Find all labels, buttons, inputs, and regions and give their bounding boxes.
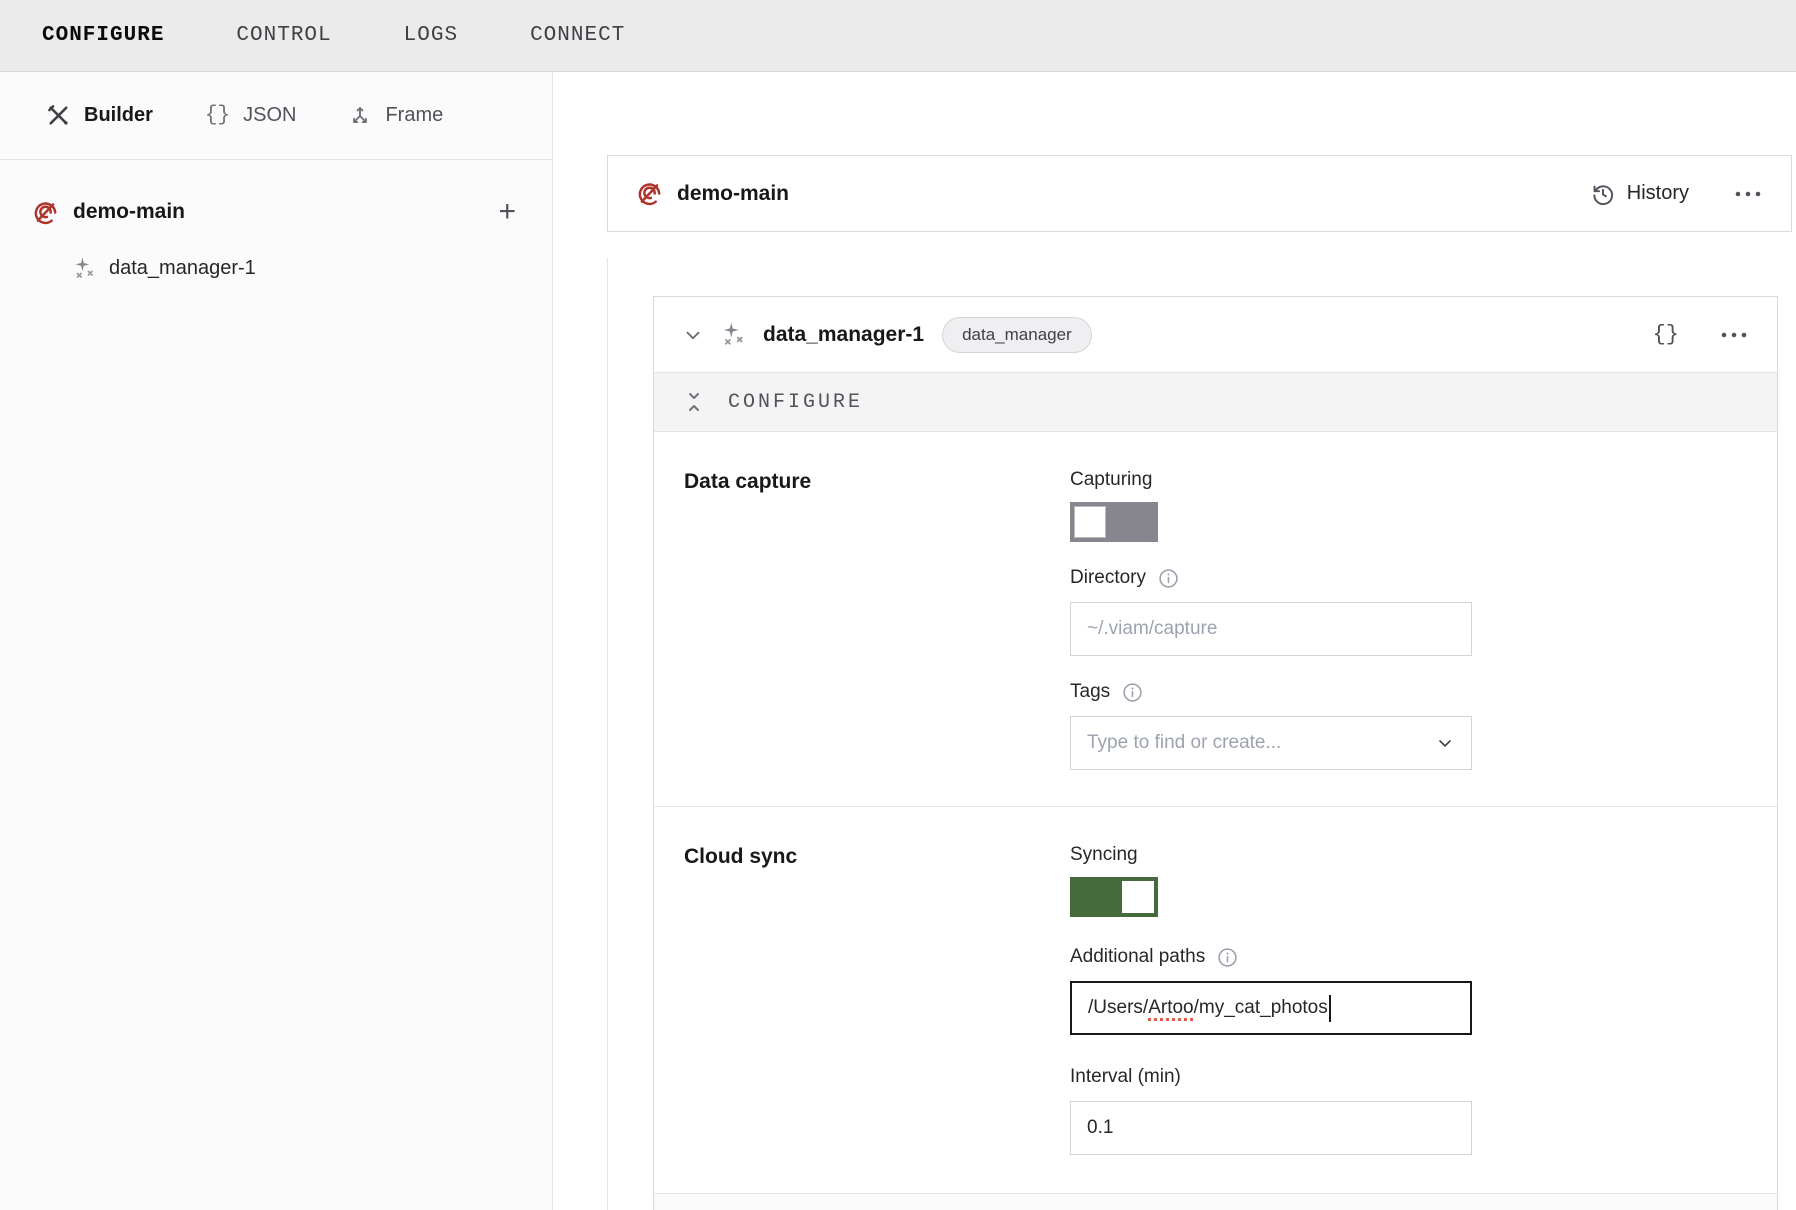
history-clock-icon bbox=[1590, 181, 1616, 207]
tools-icon bbox=[46, 103, 71, 128]
chevron-down-icon bbox=[1435, 733, 1455, 753]
additional-paths-label: Additional paths bbox=[1070, 945, 1472, 969]
sidebar-view-tabs: Builder {} JSON Frame bbox=[0, 72, 552, 160]
info-icon[interactable] bbox=[1122, 682, 1143, 703]
nav-tab-control[interactable]: CONTROL bbox=[236, 24, 331, 47]
view-json-icon[interactable]: {} bbox=[1653, 322, 1679, 347]
info-icon[interactable] bbox=[1158, 568, 1179, 589]
history-button[interactable]: History bbox=[1590, 181, 1689, 207]
configure-bar-label: CONFIGURE bbox=[728, 391, 863, 414]
tree-item-part[interactable]: demo-main + bbox=[0, 188, 552, 236]
text-caret bbox=[1329, 995, 1331, 1022]
tags-select[interactable]: Type to find or create... bbox=[1070, 716, 1472, 770]
capturing-toggle[interactable] bbox=[1070, 502, 1158, 542]
sidebar-tab-label: JSON bbox=[243, 104, 296, 127]
part-panel-left-border bbox=[607, 258, 608, 1210]
part-title: demo-main bbox=[677, 182, 789, 206]
resource-card-data-manager: data_manager-1 data_manager {} CONFIGURE bbox=[653, 296, 1778, 1210]
configure-section-bar[interactable]: CONFIGURE bbox=[654, 372, 1777, 432]
resource-menu-dots-icon[interactable] bbox=[1719, 330, 1749, 340]
interval-value: 0.1 bbox=[1087, 1117, 1113, 1139]
cloud-sync-section: Cloud sync Syncing Additional paths bbox=[654, 807, 1777, 1155]
directory-placeholder: ~/.viam/capture bbox=[1087, 618, 1217, 640]
sidebar-tab-label: Builder bbox=[84, 104, 153, 127]
sidebar-tab-frame[interactable]: Frame bbox=[348, 104, 443, 128]
sidebar-tab-json[interactable]: {} JSON bbox=[205, 104, 297, 127]
resource-tree: demo-main + data_manager-1 bbox=[0, 160, 552, 292]
machine-offline-icon bbox=[32, 199, 59, 226]
sidebar-tab-label: Frame bbox=[385, 104, 443, 127]
resource-type-badge: data_manager bbox=[942, 317, 1092, 353]
capturing-label: Capturing bbox=[1070, 468, 1472, 492]
collapse-vertical-icon bbox=[682, 390, 706, 414]
nav-tab-configure[interactable]: CONFIGURE bbox=[42, 24, 164, 47]
tags-placeholder: Type to find or create... bbox=[1087, 732, 1281, 754]
tree-item-data-manager[interactable]: data_manager-1 bbox=[0, 244, 552, 292]
tree-part-name: demo-main bbox=[73, 200, 185, 224]
history-label: History bbox=[1627, 182, 1689, 205]
tree-child-name: data_manager-1 bbox=[109, 257, 256, 280]
path-value-suffix: /my_cat_photos bbox=[1194, 997, 1328, 1019]
sparkles-icon bbox=[720, 321, 747, 348]
top-nav: CONFIGURE CONTROL LOGS CONNECT bbox=[0, 0, 1796, 72]
syncing-label: Syncing bbox=[1070, 843, 1472, 867]
part-menu-dots-icon[interactable] bbox=[1733, 189, 1763, 199]
section-title: Cloud sync bbox=[684, 843, 1070, 1155]
data-capture-section: Data capture Capturing Directory bbox=[654, 432, 1777, 770]
toggle-knob bbox=[1074, 506, 1106, 538]
viam-configure-page: CONFIGURE CONTROL LOGS CONNECT Builder {… bbox=[0, 0, 1796, 1210]
section-title: Data capture bbox=[684, 468, 1070, 770]
info-icon[interactable] bbox=[1217, 947, 1238, 968]
resource-name: data_manager-1 bbox=[763, 323, 924, 347]
interval-input[interactable]: 0.1 bbox=[1070, 1101, 1472, 1155]
resource-card-header: data_manager-1 data_manager {} bbox=[654, 297, 1777, 372]
add-component-button[interactable]: + bbox=[498, 197, 516, 227]
nav-tab-connect[interactable]: CONNECT bbox=[530, 24, 625, 47]
part-card-header: demo-main History bbox=[607, 155, 1792, 232]
machine-offline-icon bbox=[636, 180, 663, 207]
toggle-knob bbox=[1122, 881, 1154, 913]
additional-paths-input[interactable]: /Users/Artoo/my_cat_photos bbox=[1070, 981, 1472, 1035]
sparkles-icon bbox=[72, 256, 97, 281]
path-value-prefix: /Users/ bbox=[1088, 997, 1148, 1019]
braces-icon: {} bbox=[205, 104, 230, 127]
syncing-toggle[interactable] bbox=[1070, 877, 1158, 917]
path-value-misspelled: Artoo bbox=[1148, 997, 1193, 1019]
directory-input[interactable]: ~/.viam/capture bbox=[1070, 602, 1472, 656]
interval-label: Interval (min) bbox=[1070, 1065, 1472, 1089]
frame-axes-icon bbox=[348, 104, 372, 128]
sidebar: Builder {} JSON Frame bbox=[0, 72, 553, 1210]
sidebar-tab-builder[interactable]: Builder bbox=[46, 103, 153, 128]
main-content: demo-main History bbox=[553, 72, 1796, 1210]
next-section-partial bbox=[654, 1194, 1777, 1210]
nav-tab-logs[interactable]: LOGS bbox=[404, 24, 458, 47]
chevron-down-icon[interactable] bbox=[682, 324, 704, 346]
directory-label: Directory bbox=[1070, 566, 1472, 590]
tags-label: Tags bbox=[1070, 680, 1472, 704]
